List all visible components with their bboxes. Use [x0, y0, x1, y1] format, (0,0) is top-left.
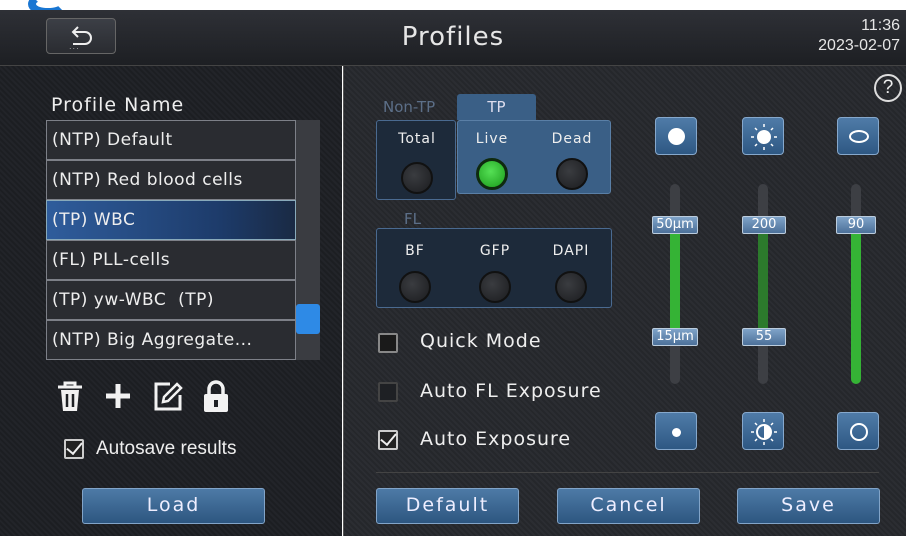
dapi-label: DAPI — [552, 243, 590, 259]
ellipse-icon — [849, 130, 869, 143]
filled-circle-large-icon — [668, 128, 685, 145]
tab-non-tp[interactable]: Non-TP — [383, 98, 435, 116]
dim-button[interactable] — [742, 412, 784, 450]
clock-date: 2023-02-07 — [818, 37, 900, 54]
tp-channel-group: Live Dead — [457, 120, 611, 194]
default-button[interactable]: Default — [376, 488, 519, 524]
sun-icon — [743, 124, 785, 160]
total-led-icon — [401, 162, 433, 194]
roundness-handle[interactable]: 90 — [836, 216, 876, 234]
dead-label: Dead — [551, 131, 593, 147]
plus-icon[interactable] — [100, 378, 136, 414]
bf-label: BF — [405, 243, 425, 259]
live-label: Live — [475, 131, 509, 147]
profile-item[interactable]: (TP) yw-WBC (TP) — [46, 280, 296, 320]
gfp-label: GFP — [479, 243, 511, 259]
title-bar: ... Profiles 11:36 2023-02-07 — [0, 10, 906, 66]
auto-fl-exposure-label: Auto FL Exposure — [420, 380, 602, 402]
clock-time: 11:36 — [861, 17, 900, 34]
page-title: Profiles — [401, 22, 505, 52]
load-button[interactable]: Load — [82, 488, 265, 524]
auto-exposure-label: Auto Exposure — [420, 428, 572, 450]
large-size-button[interactable] — [655, 117, 697, 155]
total-label: Total — [398, 131, 436, 147]
auto-fl-exposure-checkbox[interactable] — [378, 382, 398, 402]
lock-icon[interactable] — [198, 378, 234, 414]
edit-icon[interactable] — [150, 378, 186, 414]
profile-item-selected[interactable]: (TP) WBC — [46, 200, 296, 240]
autosave-checkbox[interactable] — [64, 439, 84, 459]
quick-mode-label: Quick Mode — [420, 330, 542, 352]
dead-led-icon[interactable] — [556, 158, 588, 190]
help-icon[interactable]: ? — [874, 74, 902, 102]
profile-list: (NTP) Default (NTP) Red blood cells (TP)… — [46, 120, 320, 360]
clock: 11:36 2023-02-07 — [818, 16, 900, 56]
size-max-handle[interactable]: 50μm — [652, 216, 698, 234]
circle-outline-icon — [850, 423, 868, 441]
cancel-button[interactable]: Cancel — [557, 488, 700, 524]
ellipse-button[interactable] — [837, 117, 879, 155]
bf-led-icon[interactable] — [399, 271, 431, 303]
size-min-handle[interactable]: 15μm — [652, 328, 698, 346]
fl-channel-group: BF GFP DAPI — [376, 228, 612, 308]
trash-icon[interactable] — [52, 378, 88, 414]
live-led-icon[interactable] — [476, 158, 508, 190]
quick-mode-checkbox[interactable] — [378, 333, 398, 353]
brightness-min-handle[interactable]: 55 — [742, 328, 786, 346]
profile-item[interactable]: (NTP) Red blood cells — [46, 160, 296, 200]
brightness-max-handle[interactable]: 200 — [742, 216, 786, 234]
settings-panel: ? Non-TP TP Total Live Dead FL BF GFP DA… — [343, 66, 906, 536]
total-channel[interactable]: Total — [376, 120, 456, 200]
save-button[interactable]: Save — [737, 488, 880, 524]
profile-panel: Profile Name (NTP) Default (NTP) Red blo… — [0, 66, 342, 536]
auto-exposure-checkbox[interactable] — [378, 430, 398, 450]
tab-tp[interactable]: TP — [457, 94, 536, 120]
profile-name-label: Profile Name — [51, 94, 185, 116]
size-slider-fill — [670, 224, 680, 338]
circle-button[interactable] — [837, 412, 879, 450]
bright-button[interactable] — [742, 117, 784, 155]
dapi-led-icon[interactable] — [555, 271, 587, 303]
profile-item[interactable]: (NTP) Default — [46, 120, 296, 160]
small-size-button[interactable] — [655, 412, 697, 450]
profile-item[interactable]: (NTP) Big Aggregate... — [46, 320, 296, 360]
filled-circle-small-icon — [672, 428, 681, 437]
gfp-led-icon[interactable] — [479, 271, 511, 303]
autosave-label: Autosave results — [96, 438, 237, 459]
scrollbar-thumb[interactable] — [296, 304, 320, 334]
brightness-slider-fill — [758, 224, 768, 338]
profile-item[interactable]: (FL) PLL-cells — [46, 240, 296, 280]
fl-label: FL — [404, 210, 421, 228]
roundness-slider-fill — [851, 224, 861, 384]
half-sun-icon — [743, 419, 785, 455]
divider — [376, 472, 879, 473]
